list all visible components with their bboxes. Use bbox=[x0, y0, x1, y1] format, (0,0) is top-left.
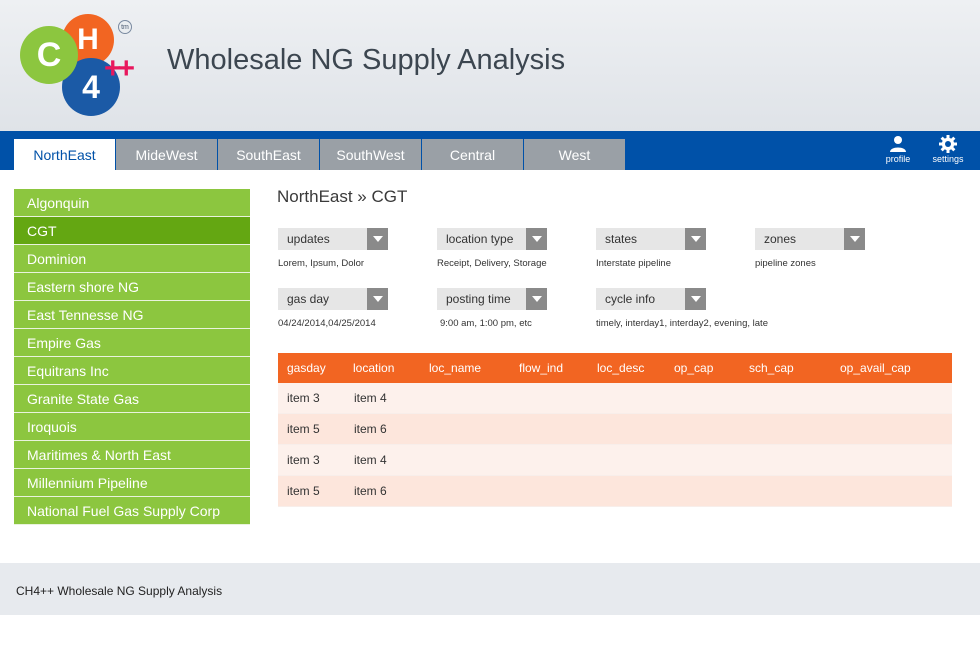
filter-hint: timely, interday1, interday2, evening, l… bbox=[596, 318, 768, 329]
filter-hint: 9:00 am, 1:00 pm, etc bbox=[440, 318, 532, 329]
person-icon bbox=[890, 136, 906, 152]
gear-icon bbox=[939, 135, 957, 153]
logo-c-circle: C bbox=[20, 26, 78, 84]
filter-states: states Interstate pipeline bbox=[596, 228, 756, 269]
zones-dropdown[interactable]: zones bbox=[755, 228, 865, 250]
updates-dropdown[interactable]: updates bbox=[278, 228, 388, 250]
sidebar-item-millennium-pipeline[interactable]: Millennium Pipeline bbox=[14, 469, 250, 497]
dropdown-label: updates bbox=[287, 232, 330, 246]
states-dropdown[interactable]: states bbox=[596, 228, 706, 250]
filter-zones: zones pipeline zones bbox=[755, 228, 915, 269]
header: H 4 C ++ tm Wholesale NG Supply Analysis bbox=[0, 0, 980, 131]
column-header-op-avail-cap[interactable]: op_avail_cap bbox=[840, 353, 911, 383]
table-cell: item 3 bbox=[287, 453, 320, 467]
filter-hint: 04/24/2014,04/25/2014 bbox=[278, 318, 376, 329]
dropdown-label: states bbox=[605, 232, 638, 246]
column-header-loc-desc[interactable]: loc_desc bbox=[597, 353, 644, 383]
app-title: Wholesale NG Supply Analysis bbox=[167, 44, 566, 76]
sidebar-item-granite-state-gas[interactable]: Granite State Gas bbox=[14, 385, 250, 413]
sidebar-item-empire-gas[interactable]: Empire Gas bbox=[14, 329, 250, 357]
logo-plus: ++ bbox=[104, 52, 135, 85]
filter-location-type: location type Receipt, Delivery, Storage bbox=[437, 228, 597, 269]
filter-hint: Interstate pipeline bbox=[596, 258, 671, 269]
filter-hint: Lorem, Ipsum, Dolor bbox=[278, 258, 365, 269]
app-logo[interactable]: H 4 C ++ tm bbox=[18, 14, 150, 118]
sidebar-item-eastern-shore-ng[interactable]: Eastern shore NG bbox=[14, 273, 250, 301]
filter-hint: pipeline zones bbox=[755, 258, 816, 269]
tab-southwest[interactable]: SouthWest bbox=[320, 139, 421, 170]
table-row[interactable]: item 5 item 6 bbox=[278, 476, 952, 507]
table-cell: item 5 bbox=[287, 484, 320, 498]
column-header-loc-name[interactable]: loc_name bbox=[429, 353, 481, 383]
cycle-info-dropdown[interactable]: cycle info bbox=[596, 288, 706, 310]
filter-gas-day: gas day 04/24/2014,04/25/2014 bbox=[278, 288, 438, 329]
chevron-down-icon[interactable] bbox=[844, 228, 865, 250]
gas-day-dropdown[interactable]: gas day bbox=[278, 288, 388, 310]
footer-text: CH4++ Wholesale NG Supply Analysis bbox=[16, 584, 223, 598]
dropdown-label: cycle info bbox=[605, 292, 656, 306]
region-nav-bar: NorthEast MideWest SouthEast SouthWest C… bbox=[0, 131, 980, 170]
pipeline-sidebar: Algonquin CGT Dominion Eastern shore NG … bbox=[14, 189, 250, 525]
chevron-down-icon[interactable] bbox=[367, 288, 388, 310]
breadcrumb: NorthEast » CGT bbox=[277, 187, 408, 206]
table-cell: item 4 bbox=[354, 391, 387, 405]
filter-posting-time: posting time 9:00 am, 1:00 pm, etc bbox=[437, 288, 597, 329]
sidebar-item-iroquois[interactable]: Iroquois bbox=[14, 413, 250, 441]
tab-west[interactable]: West bbox=[524, 139, 625, 170]
filter-updates: updates Lorem, Ipsum, Dolor bbox=[278, 228, 438, 269]
table-header: gasday location loc_name flow_ind loc_de… bbox=[278, 353, 952, 383]
chevron-down-icon[interactable] bbox=[367, 228, 388, 250]
posting-time-dropdown[interactable]: posting time bbox=[437, 288, 547, 310]
table-row[interactable]: item 3 item 4 bbox=[278, 445, 952, 476]
table-cell: item 3 bbox=[287, 391, 320, 405]
filter-hint: Receipt, Delivery, Storage bbox=[437, 258, 547, 269]
chevron-down-icon[interactable] bbox=[526, 288, 547, 310]
table-cell: item 6 bbox=[354, 422, 387, 436]
sidebar-item-maritimes-north-east[interactable]: Maritimes & North East bbox=[14, 441, 250, 469]
table-cell: item 6 bbox=[354, 484, 387, 498]
logo-c: C bbox=[36, 35, 62, 74]
column-header-sch-cap[interactable]: sch_cap bbox=[749, 353, 794, 383]
profile-label: profile bbox=[885, 154, 911, 164]
column-header-flow-ind[interactable]: flow_ind bbox=[519, 353, 563, 383]
location-type-dropdown[interactable]: location type bbox=[437, 228, 547, 250]
tab-central[interactable]: Central bbox=[422, 139, 523, 170]
sidebar-item-east-tennesse-ng[interactable]: East Tennesse NG bbox=[14, 301, 250, 329]
table-cell: item 4 bbox=[354, 453, 387, 467]
sidebar-item-dominion[interactable]: Dominion bbox=[14, 245, 250, 273]
settings-button[interactable]: settings bbox=[928, 135, 968, 169]
sidebar-item-algonquin[interactable]: Algonquin bbox=[14, 189, 250, 217]
table-row[interactable]: item 5 item 6 bbox=[278, 414, 952, 445]
table-row[interactable]: item 3 item 4 bbox=[278, 383, 952, 414]
logo-4: 4 bbox=[82, 68, 100, 105]
dropdown-label: location type bbox=[446, 232, 514, 246]
tab-midewest[interactable]: MideWest bbox=[116, 139, 217, 170]
footer: CH4++ Wholesale NG Supply Analysis bbox=[0, 563, 980, 615]
chevron-down-icon[interactable] bbox=[685, 288, 706, 310]
column-header-op-cap[interactable]: op_cap bbox=[674, 353, 713, 383]
table-cell: item 5 bbox=[287, 422, 320, 436]
column-header-gasday[interactable]: gasday bbox=[287, 353, 326, 383]
dropdown-label: posting time bbox=[446, 292, 511, 306]
chevron-down-icon[interactable] bbox=[685, 228, 706, 250]
chevron-down-icon[interactable] bbox=[526, 228, 547, 250]
sidebar-item-cgt[interactable]: CGT bbox=[14, 217, 250, 245]
profile-button[interactable]: profile bbox=[878, 135, 918, 169]
supply-data-table: gasday location loc_name flow_ind loc_de… bbox=[278, 353, 952, 507]
settings-label: settings bbox=[932, 154, 964, 164]
tab-southeast[interactable]: SouthEast bbox=[218, 139, 319, 170]
filter-cycle-info: cycle info timely, interday1, interday2,… bbox=[596, 288, 768, 329]
sidebar-item-national-fuel-gas[interactable]: National Fuel Gas Supply Corp bbox=[14, 497, 250, 525]
sidebar-item-equitrans-inc[interactable]: Equitrans Inc bbox=[14, 357, 250, 385]
tab-northeast[interactable]: NorthEast bbox=[14, 139, 115, 170]
column-header-location[interactable]: location bbox=[353, 353, 394, 383]
dropdown-label: zones bbox=[764, 232, 797, 246]
logo-h: H bbox=[77, 23, 99, 56]
dropdown-label: gas day bbox=[287, 292, 330, 306]
trademark-badge: tm bbox=[118, 20, 132, 34]
